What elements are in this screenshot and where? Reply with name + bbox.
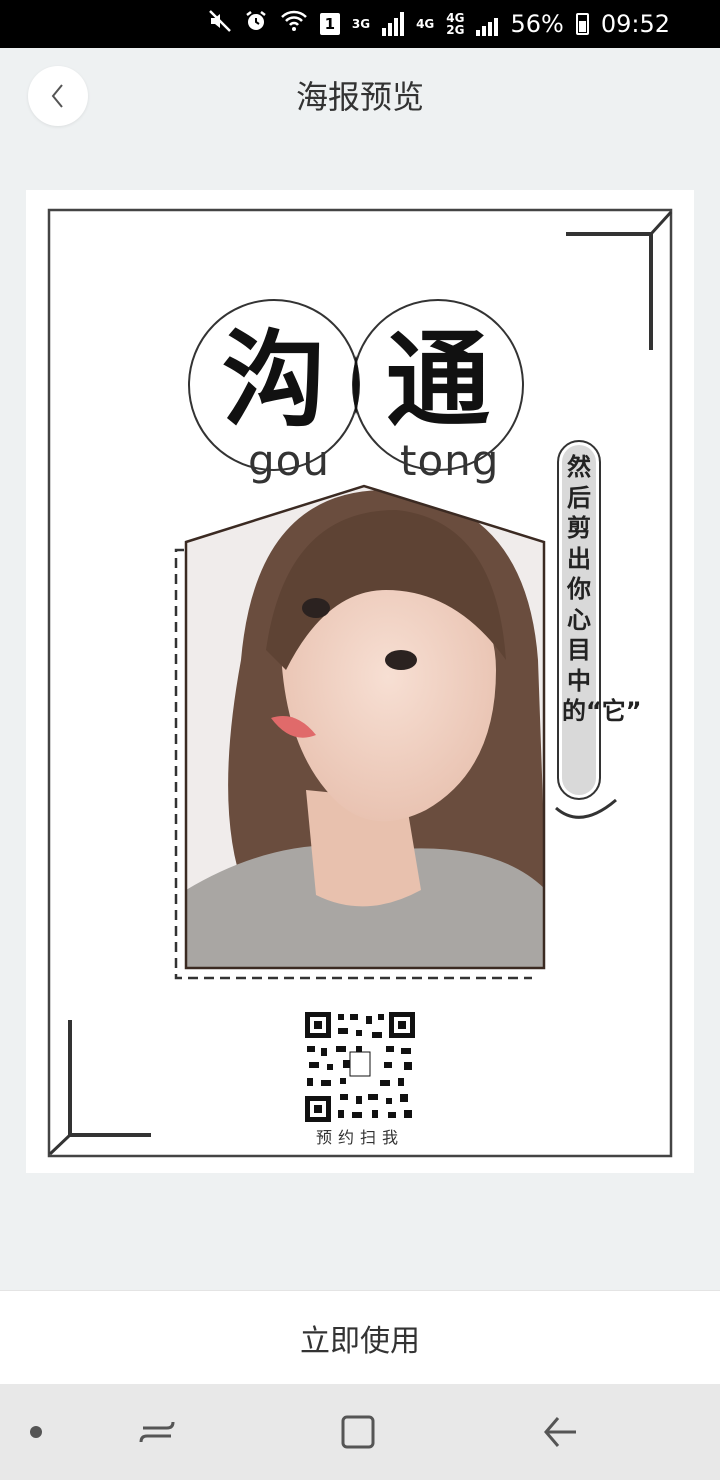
network-type-label-2: 4G xyxy=(416,17,435,31)
sim-icon: 1 xyxy=(319,13,340,35)
pinyin-left: gou xyxy=(248,436,330,485)
network-type-stack: 4G 2G xyxy=(446,12,464,36)
side-caption: 然后剪出你心目中的“它” xyxy=(562,453,642,725)
nav-dot-icon[interactable] xyxy=(12,1408,60,1456)
network-type-label-3b: 2G xyxy=(446,23,465,37)
qr-code[interactable] xyxy=(305,1012,415,1122)
network-type-label: 3G xyxy=(351,17,371,31)
char-right: 通 xyxy=(385,319,490,441)
bottom-action-bar: 立即使用 xyxy=(0,1290,720,1385)
clock: 09:52 xyxy=(600,10,670,38)
mute-icon xyxy=(208,9,232,39)
home-icon[interactable] xyxy=(334,1408,382,1456)
battery-percent: 56% xyxy=(510,10,564,38)
recent-apps-icon[interactable] xyxy=(133,1408,181,1456)
use-now-button[interactable]: 立即使用 xyxy=(0,1291,720,1385)
status-icons: 1 3G 4G 4G 2G 56% 09:52 xyxy=(208,0,670,48)
signal-icon xyxy=(382,12,405,36)
char-left: 沟 xyxy=(221,319,326,441)
battery-icon xyxy=(575,13,589,35)
system-nav-bar xyxy=(0,1384,720,1480)
wifi-icon xyxy=(280,9,308,39)
poster-preview: gou tong 沟 通 然后剪出你心目中的“它” xyxy=(26,190,694,1173)
page-title: 海报预览 xyxy=(295,78,424,116)
portrait-photo xyxy=(186,486,544,968)
status-bar: 1 3G 4G 4G 2G 56% 09:52 xyxy=(0,0,720,48)
back-nav-icon[interactable] xyxy=(536,1408,584,1456)
signal-icon-2 xyxy=(476,12,499,36)
qr-caption: 预约扫我 xyxy=(315,1128,404,1147)
alarm-icon xyxy=(244,9,268,39)
pinyin-right: tong xyxy=(400,436,500,485)
